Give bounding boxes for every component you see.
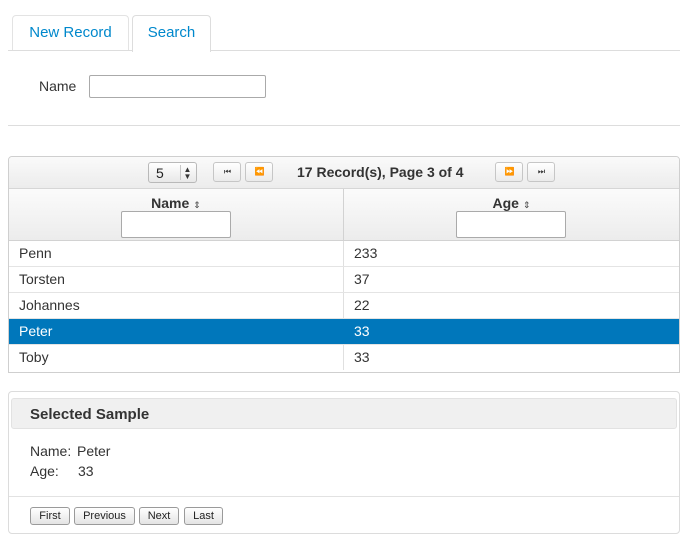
name-column-filter[interactable] [121, 211, 231, 238]
cell-name: Torsten [9, 267, 344, 292]
column-header-name[interactable]: Name ⇕ [9, 189, 344, 241]
cell-age: 22 [354, 297, 370, 313]
selected-sample-panel: Selected Sample Name: Peter Age: 33 Firs… [8, 391, 680, 534]
detail-name-label: Name: [30, 443, 72, 459]
last-button[interactable]: Last [184, 507, 223, 525]
paginator: 5 ▲ ▼ ⏮ ⏪ 17 Record(s), Page 3 of 4 ⏩ ⏭ [9, 157, 679, 189]
panel-divider [9, 496, 679, 497]
page-size-value: 5 [156, 165, 164, 181]
last-page-button[interactable]: ⏭ [527, 162, 555, 182]
detail-age-label: Age: [30, 463, 59, 479]
previous-button[interactable]: Previous [74, 507, 135, 525]
cell-age: 37 [354, 271, 370, 287]
next-page-button[interactable]: ⏩ [495, 162, 523, 182]
age-column-filter[interactable] [456, 211, 566, 238]
page-info: 17 Record(s), Page 3 of 4 [297, 164, 464, 180]
column-label-name: Name [151, 195, 190, 211]
column-title-name: Name ⇕ [9, 195, 343, 211]
cell-name: Toby [9, 345, 344, 370]
cell-age: 233 [354, 245, 378, 261]
data-grid: 5 ▲ ▼ ⏮ ⏪ 17 Record(s), Page 3 of 4 ⏩ ⏭ N… [8, 156, 680, 373]
sort-icon[interactable]: ⇕ [523, 200, 531, 210]
detail-name-value: Peter [77, 443, 111, 459]
cell-name: Penn [9, 241, 344, 266]
table-row[interactable]: Torsten 37 [9, 267, 679, 293]
column-header-age[interactable]: Age ⇕ [344, 189, 679, 241]
table-row-selected[interactable]: Peter 33 [9, 319, 679, 345]
sort-icon[interactable]: ⇕ [193, 200, 201, 210]
detail-age-value: 33 [78, 463, 94, 479]
table-row[interactable]: Penn 233 [9, 241, 679, 267]
cell-name: Peter [9, 319, 344, 344]
cell-age: 33 [354, 349, 370, 365]
page-size-select[interactable]: 5 ▲ ▼ [148, 162, 197, 183]
tab-new-record[interactable]: New Record [12, 15, 129, 51]
cell-age: 33 [354, 323, 370, 339]
cell-name: Johannes [9, 293, 344, 318]
tab-divider [8, 50, 680, 51]
next-button[interactable]: Next [139, 507, 179, 525]
tab-bar: New Record Search [0, 0, 688, 52]
column-label-age: Age [492, 195, 519, 211]
panel-header: Selected Sample [11, 398, 677, 429]
table-row[interactable]: Johannes 22 [9, 293, 679, 319]
select-arrows-icon: ▲ ▼ [180, 165, 194, 181]
table-row[interactable]: Toby 33 [9, 345, 679, 371]
tab-search[interactable]: Search [132, 15, 211, 52]
table-body: Penn 233 Torsten 37 Johannes 22 Peter 33… [9, 241, 679, 371]
panel-title: Selected Sample [30, 406, 150, 423]
first-button[interactable]: First [30, 507, 70, 525]
column-title-age: Age ⇕ [344, 195, 679, 211]
first-page-button[interactable]: ⏮ [213, 162, 241, 182]
previous-page-button[interactable]: ⏪ [245, 162, 273, 182]
name-filter-label: Name [39, 78, 77, 94]
name-filter-input[interactable] [89, 75, 266, 98]
divider [8, 125, 680, 126]
